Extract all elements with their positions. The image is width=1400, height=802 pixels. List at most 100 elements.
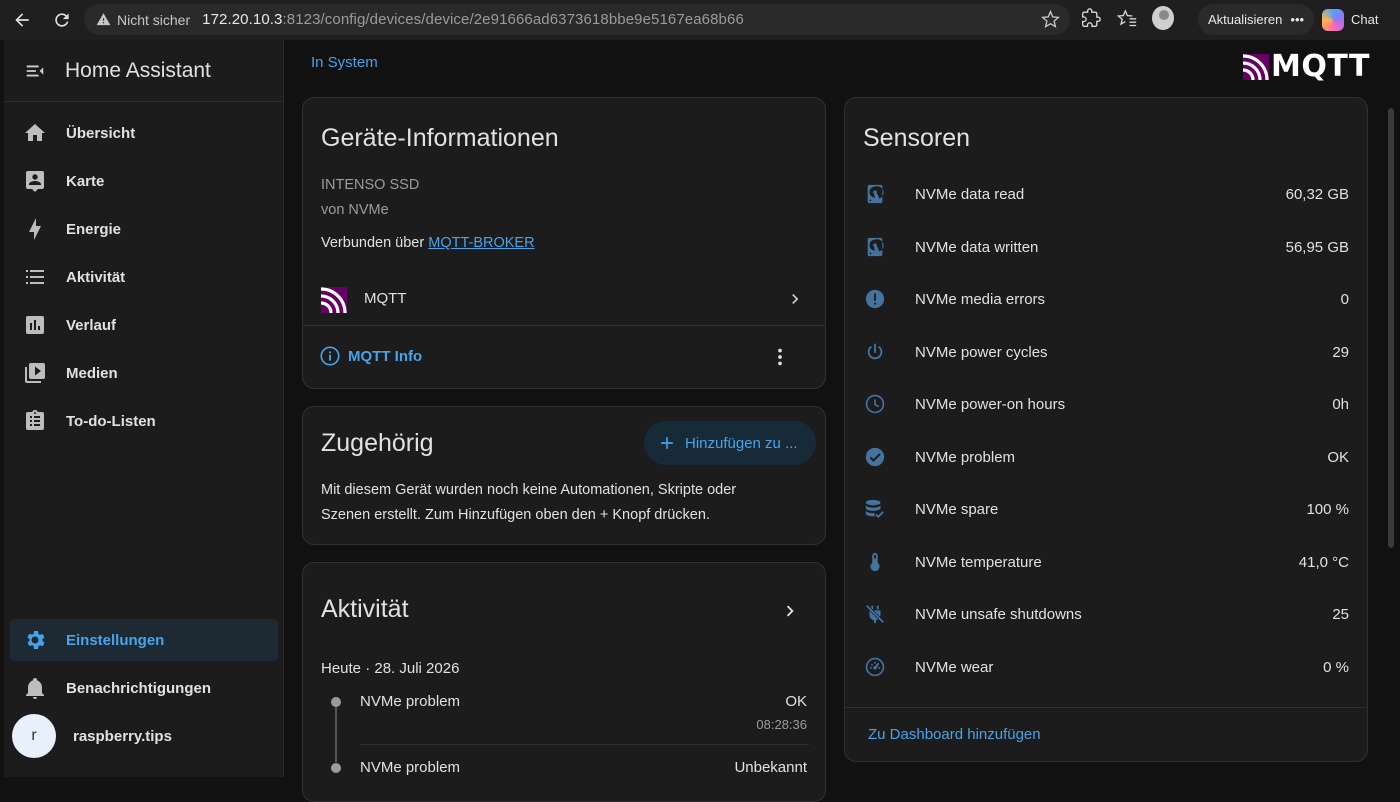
sensor-row-data-read[interactable]: NVMe data read 60,32 GB — [863, 168, 1349, 220]
sensor-row-unsafe-shutdowns[interactable]: NVMe unsafe shutdowns 25 — [863, 588, 1349, 640]
sensor-value: 0 — [1340, 290, 1349, 308]
sidebar-item-label: Verlauf — [66, 316, 117, 334]
page-scrollbar[interactable] — [1388, 108, 1394, 548]
info-icon — [320, 346, 340, 366]
sidebar-item-todo[interactable]: To-do-Listen — [10, 400, 278, 442]
integration-row[interactable]: MQTT — [303, 272, 825, 326]
related-text-line1: Mit diesem Gerät wurden noch keine Autom… — [321, 482, 737, 498]
chat-button[interactable]: Chat — [1322, 4, 1396, 35]
sensor-name: NVMe wear — [915, 658, 994, 676]
chat-label: Chat — [1351, 12, 1379, 27]
favorites-button[interactable] — [1116, 7, 1138, 29]
sidebar-item-media[interactable]: Medien — [10, 352, 278, 394]
more-vertical-icon[interactable] — [769, 346, 791, 368]
chevron-right-icon[interactable] — [779, 600, 801, 622]
sidebar-item-notifications[interactable]: Benachrichtigungen — [10, 667, 278, 709]
activity-entry-state: Unbekannt — [734, 759, 807, 776]
bookmark-star-icon[interactable] — [1041, 10, 1060, 29]
home-assistant-app: Home Assistant Übersicht Karte Energie A… — [4, 40, 1396, 802]
security-indicator[interactable]: Nicht sicher — [96, 12, 190, 28]
update-label: Aktualisieren — [1207, 12, 1283, 27]
gear-icon — [23, 628, 47, 652]
sensor-name: NVMe power cycles — [915, 343, 1048, 361]
card-title: Zugehörig — [321, 429, 434, 457]
list-icon — [23, 265, 47, 289]
timeline-dot — [331, 763, 341, 773]
reload-button[interactable] — [48, 6, 76, 34]
sensor-name: NVMe spare — [915, 500, 999, 518]
activity-entry-name[interactable]: NVMe problem — [360, 693, 460, 710]
browser-actions — [1080, 6, 1174, 30]
activity-divider — [360, 744, 809, 745]
sensor-row-wear[interactable]: NVMe wear 0 % — [863, 641, 1349, 693]
bell-icon — [23, 676, 47, 700]
clock-icon — [863, 392, 887, 416]
sidebar-item-overview[interactable]: Übersicht — [10, 112, 278, 154]
power-plug-off-icon — [863, 602, 887, 626]
sensor-name: NVMe data read — [915, 185, 1025, 203]
sidebar-item-logbook[interactable]: Aktivität — [10, 256, 278, 298]
sensor-row-spare[interactable]: NVMe spare 100 % — [863, 483, 1349, 535]
sensor-row-media-errors[interactable]: NVMe media errors 0 — [863, 273, 1349, 325]
sensors-card: Sensoren NVMe data read 60,32 GB NVMe da… — [844, 97, 1368, 762]
sidebar-item-label: Einstellungen — [66, 631, 165, 649]
connected-prefix: Verbunden über — [321, 235, 429, 251]
url-text[interactable]: 172.20.10.3:8123/config/devices/device/2… — [202, 11, 744, 28]
timeline-dot — [331, 697, 341, 707]
app-title: Home Assistant — [65, 58, 211, 82]
sensor-row-power-on-hours[interactable]: NVMe power-on hours 0h — [863, 378, 1349, 430]
profile-avatar — [1152, 6, 1174, 30]
profile-button[interactable] — [1152, 6, 1174, 30]
sidebar-item-energy[interactable]: Energie — [10, 208, 278, 250]
sidebar-item-map[interactable]: Karte — [10, 160, 278, 202]
card-divider — [845, 707, 1367, 708]
chart-box-icon — [23, 313, 47, 337]
sensor-value: 56,95 GB — [1285, 238, 1349, 256]
device-info-card: Geräte-Informationen INTENSO SSD von NVM… — [302, 97, 826, 389]
activity-entry-state: OK — [785, 693, 807, 710]
sensor-value: 0h — [1332, 395, 1349, 413]
sensor-row-problem[interactable]: NVMe problem OK — [863, 431, 1349, 483]
breadcrumb[interactable]: In System — [311, 54, 378, 71]
activity-entry-name[interactable]: NVMe problem — [360, 759, 460, 776]
arrow-left-icon — [15, 13, 29, 27]
sensor-value: 29 — [1332, 343, 1349, 361]
sidebar-item-label: Karte — [66, 172, 105, 190]
main-content: In System MQTT Geräte-Informationen INTE… — [285, 40, 1396, 802]
sensor-row-temperature[interactable]: NVMe temperature 41,0 °C — [863, 536, 1349, 588]
sensor-value: 0 % — [1323, 658, 1349, 676]
sensor-value: 25 — [1332, 605, 1349, 623]
add-to-button[interactable]: Hinzufügen zu ... — [644, 421, 816, 465]
connected-via: Verbunden über MQTT-BROKER — [321, 235, 535, 251]
mqtt-integration-icon — [321, 287, 347, 313]
sensor-value: 100 % — [1306, 500, 1349, 518]
card-title: Aktivität — [321, 595, 409, 623]
sensor-name: NVMe problem — [915, 448, 1016, 466]
sensor-name: NVMe data written — [915, 238, 1039, 256]
sensor-name: NVMe temperature — [915, 553, 1042, 571]
sensor-row-power-cycles[interactable]: NVMe power cycles 29 — [863, 326, 1349, 378]
update-button[interactable]: Aktualisieren ••• — [1198, 4, 1314, 35]
related-card: Zugehörig Hinzufügen zu ... Mit diesem G… — [302, 406, 826, 545]
check-circle-icon — [863, 445, 887, 469]
related-text-line2: Szenen erstellt. Zum Hinzufügen oben den… — [321, 507, 710, 523]
address-bar[interactable]: Nicht sicher 172.20.10.3:8123/config/dev… — [84, 4, 1070, 35]
sidebar-item-label: Benachrichtigungen — [66, 679, 212, 697]
sidebar-item-history[interactable]: Verlauf — [10, 304, 278, 346]
add-to-dashboard-button[interactable]: Zu Dashboard hinzufügen — [868, 726, 1041, 743]
sensor-row-data-written[interactable]: NVMe data written 56,95 GB — [863, 221, 1349, 273]
sensor-name: NVMe unsafe shutdowns — [915, 605, 1082, 623]
harddisk-icon — [863, 235, 887, 259]
sidebar-item-label: Energie — [66, 220, 122, 238]
lightning-icon — [23, 217, 47, 241]
sidebar-item-profile[interactable]: r raspberry.tips — [10, 714, 278, 758]
back-button[interactable] — [8, 6, 36, 34]
extensions-button[interactable] — [1080, 7, 1102, 29]
sensor-value: 60,32 GB — [1285, 185, 1349, 203]
mqtt-info-button[interactable]: MQTT Info — [319, 345, 422, 367]
menu-open-icon[interactable] — [24, 60, 46, 82]
map-account-icon — [23, 169, 47, 193]
mqtt-broker-link[interactable]: MQTT-BROKER — [428, 235, 534, 251]
sidebar-item-settings[interactable]: Einstellungen — [10, 619, 278, 661]
sidebar-item-label: Medien — [66, 364, 118, 382]
